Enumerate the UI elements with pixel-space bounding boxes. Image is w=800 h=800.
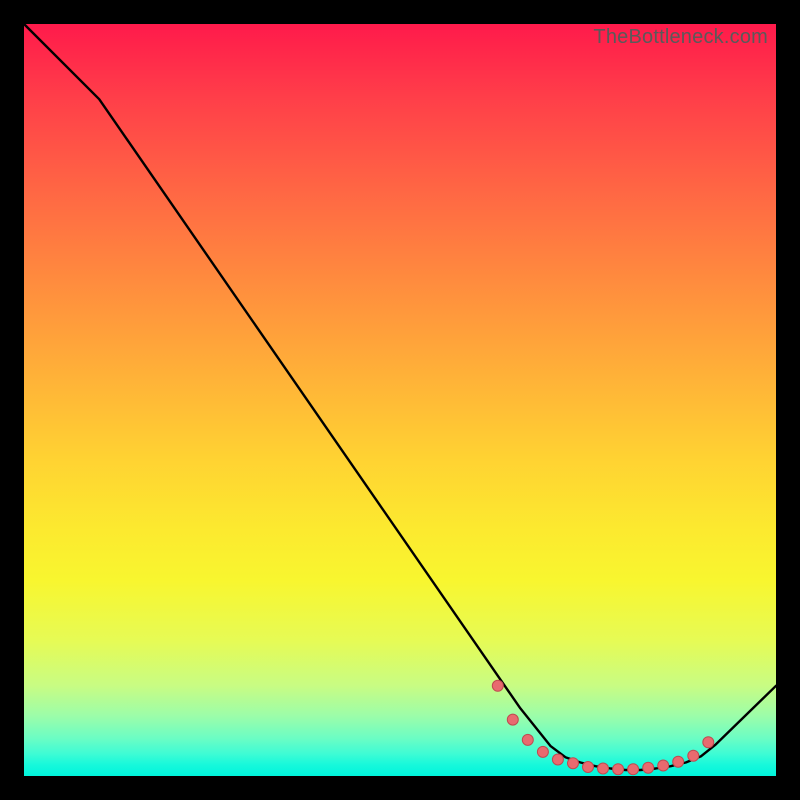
marker-point (522, 734, 533, 745)
marker-point (598, 763, 609, 774)
bottleneck-curve (24, 24, 776, 770)
plot-area: TheBottleneck.com (24, 24, 776, 776)
marker-point (537, 746, 548, 757)
marker-point (552, 754, 563, 765)
marker-point (613, 764, 624, 775)
curve-markers (492, 680, 714, 774)
marker-point (688, 750, 699, 761)
marker-point (568, 758, 579, 769)
chart-frame: TheBottleneck.com (0, 0, 800, 800)
marker-point (507, 714, 518, 725)
marker-point (703, 737, 714, 748)
chart-svg (24, 24, 776, 776)
marker-point (492, 680, 503, 691)
marker-point (658, 760, 669, 771)
marker-point (583, 762, 594, 773)
marker-point (673, 756, 684, 767)
marker-point (628, 764, 639, 775)
marker-point (643, 762, 654, 773)
